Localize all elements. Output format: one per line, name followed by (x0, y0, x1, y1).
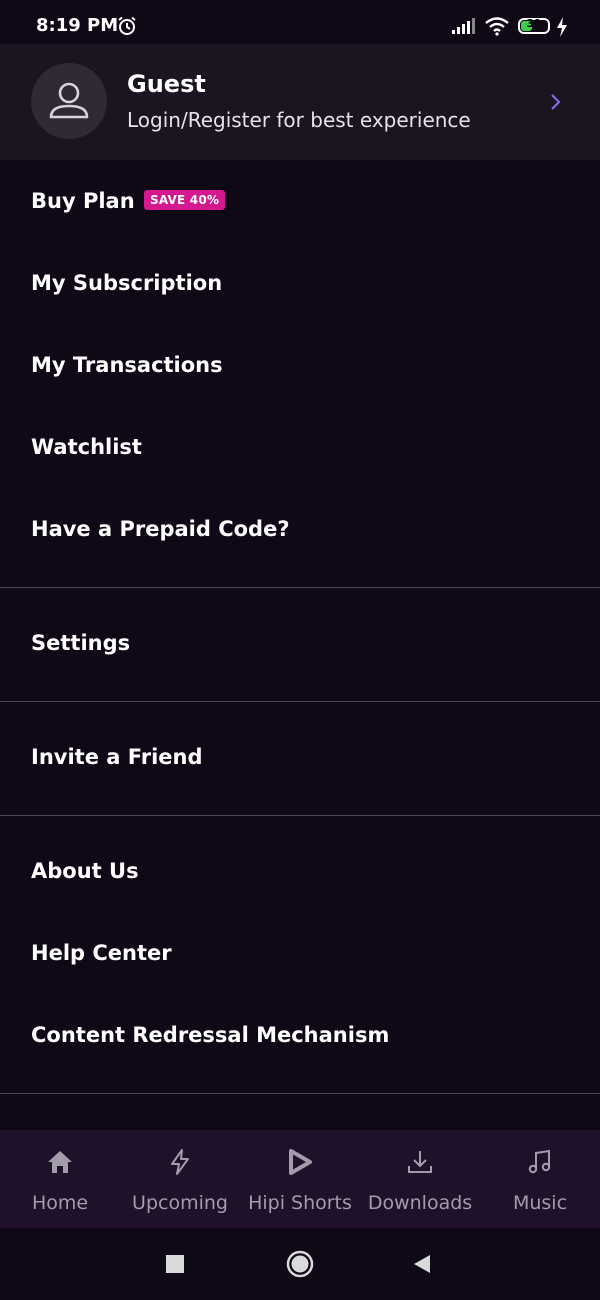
divider (0, 587, 600, 588)
wifi-icon (484, 16, 510, 40)
signal-icon (452, 18, 476, 38)
hipi-icon (289, 1149, 312, 1175)
settings-label: Settings (31, 631, 131, 655)
nav-music[interactable]: Music (480, 1130, 600, 1228)
content-redressal-label: Content Redressal Mechanism (31, 1023, 390, 1047)
about-us-label: About Us (31, 859, 139, 883)
menu-item-my-transactions[interactable]: My Transactions (0, 335, 600, 395)
save-badge: SAVE 40% (144, 190, 226, 210)
nav-downloads[interactable]: Downloads (360, 1130, 480, 1228)
menu-item-about-us[interactable]: About Us (0, 841, 600, 901)
nav-downloads-label: Downloads (367, 1192, 473, 1214)
buy-plan-label: Buy Plan (31, 189, 135, 213)
chevron-right-icon[interactable] (548, 92, 564, 116)
login-register-link[interactable]: Login/Register for best experience (127, 108, 471, 132)
user-icon (49, 82, 89, 119)
menu-item-help-center[interactable]: Help Center (0, 923, 600, 983)
bottom-nav: Home Upcoming Hipi Shorts Downloads Musi… (0, 1130, 600, 1228)
home-button[interactable] (286, 1250, 314, 1282)
nav-home-label: Home (31, 1192, 89, 1214)
alarm-icon (117, 16, 137, 40)
menu-item-invite-friend[interactable]: Invite a Friend (0, 727, 600, 787)
menu-item-prepaid-code[interactable]: Have a Prepaid Code? (0, 499, 600, 559)
nav-music-label: Music (512, 1192, 568, 1214)
my-transactions-label: My Transactions (31, 353, 223, 377)
nav-hipi-shorts-label: Hipi Shorts (248, 1192, 352, 1214)
menu-item-watchlist[interactable]: Watchlist (0, 417, 600, 477)
menu-item-my-subscription[interactable]: My Subscription (0, 253, 600, 313)
status-time: 8:19 PM (36, 15, 119, 36)
battery-icon: 31 (518, 17, 550, 34)
music-note-icon (528, 1149, 551, 1174)
profile-header[interactable]: Guest Login/Register for best experience (0, 44, 600, 160)
avatar[interactable] (31, 63, 107, 139)
help-center-label: Help Center (31, 941, 172, 965)
recents-button[interactable] (166, 1255, 184, 1277)
status-bar: 8:19 PM 31 (0, 0, 600, 44)
battery-level: 31 (526, 17, 542, 30)
back-button[interactable] (412, 1254, 432, 1278)
menu-item-settings[interactable]: Settings (0, 613, 600, 673)
menu-item-buy-plan[interactable]: Buy Plan SAVE 40% (0, 171, 600, 231)
nav-hipi-shorts[interactable]: Hipi Shorts (240, 1130, 360, 1228)
divider (0, 815, 600, 816)
download-icon (408, 1151, 432, 1173)
system-nav-bar (0, 1228, 600, 1300)
divider (0, 701, 600, 702)
menu-item-content-redressal[interactable]: Content Redressal Mechanism (0, 1005, 600, 1065)
profile-name[interactable]: Guest (127, 70, 206, 98)
invite-friend-label: Invite a Friend (31, 745, 203, 769)
watchlist-label: Watchlist (31, 435, 142, 459)
nav-upcoming-label: Upcoming (132, 1192, 228, 1214)
nav-home[interactable]: Home (0, 1130, 120, 1228)
home-icon (48, 1151, 72, 1173)
my-subscription-label: My Subscription (31, 271, 223, 295)
prepaid-code-label: Have a Prepaid Code? (31, 517, 290, 541)
nav-upcoming[interactable]: Upcoming (120, 1130, 240, 1228)
charging-icon (556, 17, 568, 41)
lightning-icon (171, 1149, 189, 1175)
divider (0, 1093, 600, 1094)
